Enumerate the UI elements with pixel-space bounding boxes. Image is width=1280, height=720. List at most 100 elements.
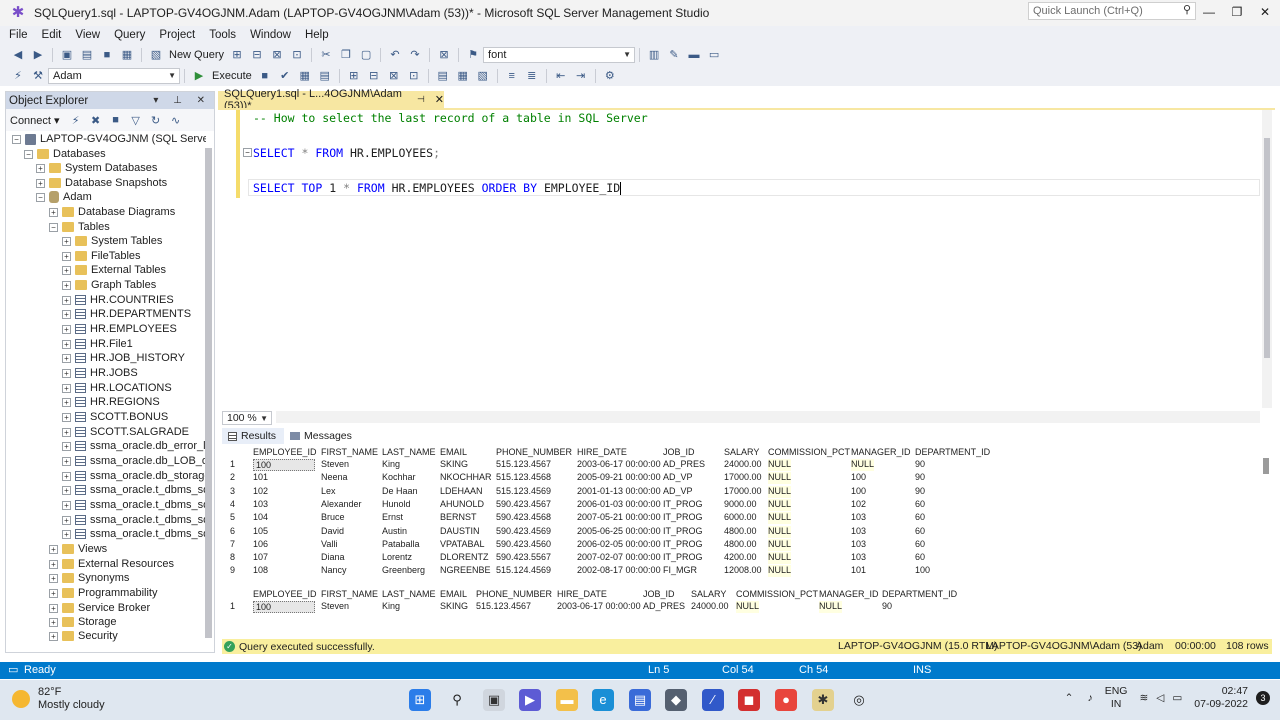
column-header[interactable]: COMMISSION_PCT xyxy=(768,447,850,459)
grid-cell[interactable]: 590.423.4568 xyxy=(496,512,551,524)
panel-controls[interactable]: ▾ ⊥ ✕ xyxy=(153,92,211,109)
row-number[interactable]: 3 xyxy=(230,486,235,498)
chrome-icon[interactable]: ● xyxy=(775,689,797,711)
expand-icon[interactable]: + xyxy=(62,236,71,246)
results-grid-1[interactable]: EMPLOYEE_ID FIRST_NAME LAST_NAME EMAIL PHONE… xyxy=(222,446,1262,582)
grid-cell[interactable]: 2006-02-05 00:00:00 xyxy=(577,539,661,551)
column-header[interactable]: LAST_NAME xyxy=(382,447,436,459)
tree-node-table[interactable]: +ssma_oracle.t_dbms_sql_b xyxy=(62,483,206,497)
grid-cell[interactable]: 102 xyxy=(851,499,866,511)
grid-cell[interactable]: King xyxy=(382,601,400,613)
expand-icon[interactable]: + xyxy=(62,529,71,539)
db-engine-query-icon[interactable]: ⊞ xyxy=(229,47,245,63)
column-header[interactable]: DEPARTMENT_ID xyxy=(915,447,990,459)
mdx-query-icon[interactable]: ⊟ xyxy=(249,47,265,63)
grid-cell[interactable]: 6000.00 xyxy=(724,512,757,524)
task-view-icon[interactable]: ▣ xyxy=(483,689,505,711)
grid-cell[interactable]: NULL xyxy=(768,485,792,498)
grid-cell[interactable]: 105 xyxy=(253,526,268,538)
grid-cell[interactable]: 102 xyxy=(253,486,268,498)
grid-cell[interactable]: 515.124.4569 xyxy=(496,565,551,577)
grid-cell[interactable]: Pataballa xyxy=(382,539,420,551)
tree-node-security[interactable]: + Security xyxy=(49,629,118,643)
tree-node-table[interactable]: + HR.JOB_HISTORY xyxy=(62,351,185,365)
obs-recorder-icon[interactable]: ◎ xyxy=(848,689,870,711)
grid-cell[interactable]: 103 xyxy=(851,526,866,538)
collapse-icon[interactable]: − xyxy=(36,192,45,202)
expand-icon[interactable]: + xyxy=(62,309,71,319)
clock[interactable]: 02:47 07-09-2022 xyxy=(1194,685,1248,711)
grid-cell[interactable]: BERNST xyxy=(440,512,477,524)
window-layout-icon[interactable]: ▭ xyxy=(706,47,722,63)
toolbox-icon[interactable]: ▬ xyxy=(686,47,702,63)
column-header[interactable]: HIRE_DATE xyxy=(557,589,607,601)
grid-cell[interactable]: 4200.00 xyxy=(724,552,757,564)
undo-icon[interactable]: ↶ xyxy=(387,47,403,63)
grid-cell[interactable]: 24000.00 xyxy=(691,601,729,613)
results-to-grid-icon[interactable]: ▦ xyxy=(455,68,471,84)
grid-cell[interactable]: SKING xyxy=(440,459,468,471)
teams-chat-icon[interactable]: ▶ xyxy=(519,689,541,711)
grid-cell[interactable]: AD_VP xyxy=(663,472,693,484)
tree-node-system-databases[interactable]: + System Databases xyxy=(36,161,157,175)
grid-cell[interactable]: LDEHAAN xyxy=(440,486,483,498)
grid-cell[interactable]: 2005-09-21 00:00:00 xyxy=(577,472,661,484)
execute-icon[interactable]: ▶ xyxy=(191,68,207,84)
grid-cell[interactable]: Valli xyxy=(321,539,337,551)
wrench-icon[interactable]: ✎ xyxy=(666,47,682,63)
grid-cell[interactable]: 100 xyxy=(915,565,930,577)
file-explorer-icon[interactable]: ▬ xyxy=(556,689,578,711)
edge-browser-icon[interactable]: e xyxy=(592,689,614,711)
grid-cell[interactable]: IT_PROG xyxy=(663,499,703,511)
redo-icon[interactable]: ↷ xyxy=(407,47,423,63)
row-number[interactable]: 8 xyxy=(230,552,235,564)
grid-cell[interactable]: 4800.00 xyxy=(724,526,757,538)
grid-cell[interactable]: 103 xyxy=(253,499,268,511)
back-icon[interactable]: ◀ xyxy=(10,47,26,63)
expand-icon[interactable]: + xyxy=(49,617,58,627)
close-window-button[interactable]: ✕ xyxy=(1250,0,1280,24)
search-icon[interactable]: ⚲ xyxy=(446,689,468,711)
zoom-select[interactable]: 100 % ▼ xyxy=(222,411,272,425)
save-icon[interactable]: ■ xyxy=(99,47,115,63)
grid-cell[interactable]: NULL xyxy=(768,512,792,525)
expand-icon[interactable]: + xyxy=(62,383,71,393)
output-window-icon[interactable]: ▭ xyxy=(8,662,18,679)
start-button-icon[interactable]: ⊞ xyxy=(409,689,431,711)
grid-cell[interactable]: NULL xyxy=(768,472,792,485)
connect-plug-icon[interactable]: ⚡ xyxy=(68,112,84,128)
activity-monitor-icon[interactable]: ∿ xyxy=(168,112,184,128)
grid-cell[interactable]: Alexander xyxy=(321,499,362,511)
store-icon[interactable]: ▤ xyxy=(629,689,651,711)
grid-cell[interactable]: NULL xyxy=(768,552,792,565)
grid-cell[interactable]: Neena xyxy=(321,472,348,484)
refresh-icon[interactable]: ↻ xyxy=(148,112,164,128)
dmx-query-icon[interactable]: ⊠ xyxy=(269,47,285,63)
expand-icon[interactable]: + xyxy=(62,397,71,407)
expand-icon[interactable]: + xyxy=(62,500,71,510)
expand-icon[interactable]: + xyxy=(62,412,71,422)
expand-icon[interactable]: + xyxy=(62,353,71,363)
grid-cell[interactable]: DAUSTIN xyxy=(440,526,480,538)
grid-cell[interactable]: 60 xyxy=(915,539,925,551)
grid-cell[interactable]: Ernst xyxy=(382,512,403,524)
scroll-thumb[interactable] xyxy=(1264,138,1270,358)
grid-cell[interactable]: 17000.00 xyxy=(724,472,762,484)
grid-cell[interactable]: NULL xyxy=(736,601,760,613)
grid-cell[interactable]: NULL xyxy=(768,538,792,551)
column-header[interactable]: EMPLOYEE_ID xyxy=(253,447,317,459)
grid-cell[interactable]: 2007-05-21 00:00:00 xyxy=(577,512,661,524)
language-indicator[interactable]: ENG IN xyxy=(1105,685,1128,711)
column-header[interactable]: JOB_ID xyxy=(663,447,695,459)
results-to-text-icon[interactable]: ▤ xyxy=(435,68,451,84)
grid-cell[interactable]: Greenberg xyxy=(382,565,425,577)
expand-icon[interactable]: + xyxy=(62,427,71,437)
grid-cell[interactable]: 515.123.4567 xyxy=(476,601,531,613)
execute-button[interactable]: Execute xyxy=(212,70,252,82)
column-header[interactable]: EMPLOYEE_ID xyxy=(253,589,317,601)
query-designer-icon[interactable]: ▤ xyxy=(317,68,333,84)
notification-badge-icon[interactable]: 3 xyxy=(1256,691,1270,705)
change-connection-icon[interactable]: ⚒ xyxy=(30,68,46,84)
tree-node-external-resources[interactable]: + External Resources xyxy=(49,557,174,571)
find-combo[interactable]: font ▼ xyxy=(483,46,636,63)
